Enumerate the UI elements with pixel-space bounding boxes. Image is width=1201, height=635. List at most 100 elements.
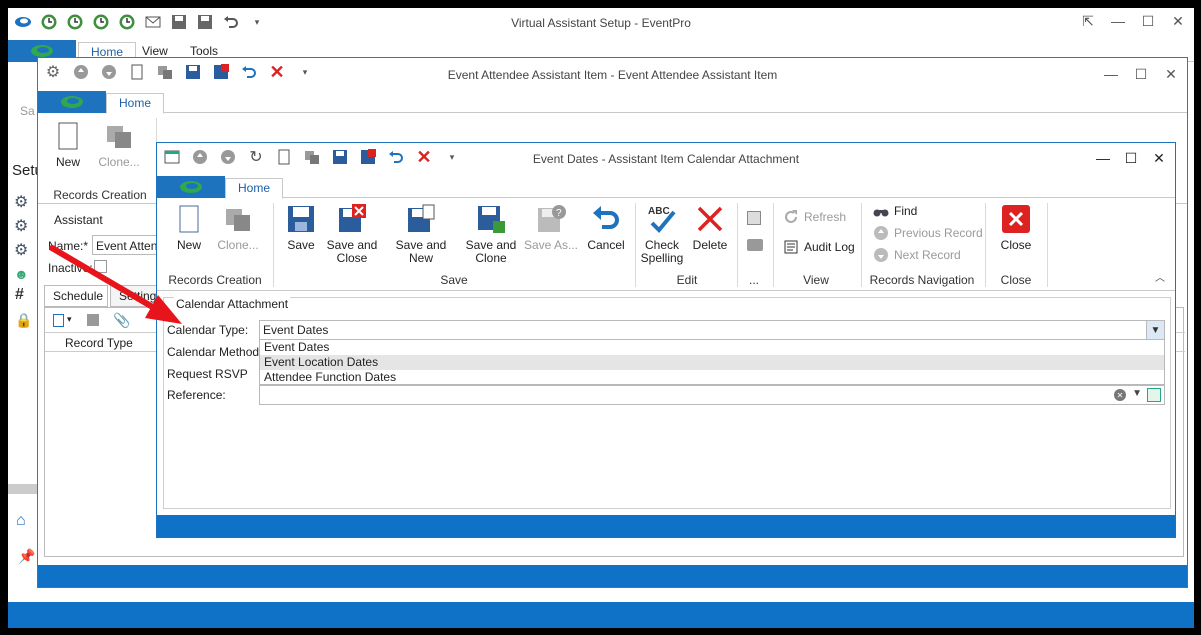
main-save-label[interactable]: Sa <box>20 104 35 118</box>
save-as-button[interactable]: ? Save As... <box>523 203 579 252</box>
find-button[interactable]: Find <box>873 203 917 219</box>
gear-icon[interactable]: ⚙ <box>14 192 28 212</box>
ribbon-separator <box>1047 203 1048 287</box>
save-icon <box>288 206 314 232</box>
ribbon-separator <box>773 203 774 287</box>
dropdown-option[interactable]: Event Dates <box>260 340 1164 355</box>
ribbon-separator <box>635 203 636 287</box>
dropdown-option[interactable]: Attendee Function Dates <box>260 370 1164 385</box>
tab-home[interactable]: Home <box>106 93 165 114</box>
name-value: Event Attend <box>96 239 165 253</box>
ribbon-separator <box>861 203 862 287</box>
lookup-icon[interactable] <box>1147 388 1161 402</box>
maximize-button[interactable]: ☐ <box>1140 12 1156 30</box>
folder-icon[interactable] <box>747 239 763 251</box>
hash-icon[interactable]: # <box>15 286 24 304</box>
record-type-column-header[interactable]: Record Type <box>65 336 133 350</box>
list-icon[interactable] <box>747 211 761 225</box>
clone-icon <box>107 126 131 148</box>
refresh-button[interactable]: Refresh <box>783 209 846 225</box>
new-button[interactable]: New <box>48 120 88 169</box>
save-label: Save <box>287 238 315 252</box>
cancel-button[interactable]: Cancel <box>583 203 629 252</box>
previous-record-button[interactable]: Previous Record <box>873 225 983 241</box>
file-tab[interactable] <box>38 91 106 113</box>
inactive-checkbox[interactable] <box>94 260 107 273</box>
check-spelling-label-line2: Spelling <box>640 251 684 265</box>
minimize-button[interactable]: — <box>1110 12 1126 30</box>
attachment-icon[interactable]: 📎 <box>113 312 130 329</box>
delete-button[interactable]: Delete <box>687 203 733 252</box>
clear-icon[interactable]: ✕ <box>1114 389 1126 401</box>
middle-window-title: Event Attendee Assistant Item - Event At… <box>447 68 778 82</box>
close-button[interactable]: ✕ <box>1170 12 1186 30</box>
request-rsvp-label: Request RSVP <box>167 367 248 381</box>
main-window-title: Virtual Assistant Setup - EventPro <box>511 16 691 30</box>
lock-icon[interactable]: 🔒 <box>15 312 32 329</box>
clone-icon[interactable] <box>87 314 99 326</box>
check-spelling-button[interactable]: ABC Check Spelling <box>639 203 685 265</box>
chevron-down-icon[interactable]: ▼ <box>1146 321 1164 339</box>
pin-icon[interactable]: ⇱ <box>1080 12 1096 30</box>
calendar-method-label: Calendar Method: <box>167 345 263 359</box>
tab-home[interactable]: Home <box>225 178 284 199</box>
reference-field[interactable]: ✕ ▼ <box>259 385 1165 405</box>
save-and-clone-icon <box>478 206 505 233</box>
save-and-close-button[interactable]: Save and Close <box>325 203 379 265</box>
view-group-label: View <box>803 273 829 287</box>
delete-label: Delete <box>692 238 728 252</box>
dropdown-option-highlighted[interactable]: Event Location Dates <box>260 355 1164 370</box>
gear-icon[interactable]: ⚙ <box>14 216 28 236</box>
audit-log-button[interactable]: Audit Log <box>783 239 855 255</box>
reference-label: Reference: <box>167 388 226 402</box>
close-label: Close <box>1000 238 1032 252</box>
collapse-ribbon-icon[interactable]: ︿ <box>1155 269 1165 284</box>
ribbon-separator <box>985 203 986 287</box>
new-record-icon[interactable] <box>53 314 64 327</box>
main-titlebar: ▾ Virtual Assistant Setup - EventPro ⇱ —… <box>8 8 1194 38</box>
save-and-close-label-line1: Save and <box>326 238 378 252</box>
more-group-label: ... <box>748 273 759 287</box>
cancel-label: Cancel <box>587 238 625 252</box>
dropdown-icon[interactable]: ▾ <box>67 314 72 325</box>
save-and-close-label-line2: Close <box>336 251 368 265</box>
maximize-button[interactable]: ☐ <box>1123 149 1139 167</box>
clone-button[interactable]: Clone... <box>213 203 263 252</box>
next-record-button[interactable]: Next Record <box>873 247 961 263</box>
dialog-window-title: Event Dates - Assistant Item Calendar At… <box>532 152 800 166</box>
chevron-down-icon[interactable]: ▼ <box>1132 388 1142 399</box>
inactive-label: Inactive: <box>48 261 93 275</box>
section-title: Calendar Attachment <box>174 297 291 311</box>
app-logo-icon <box>61 96 83 108</box>
close-button[interactable]: ✕ <box>1151 149 1167 167</box>
save-and-close-icon <box>339 204 366 232</box>
calendar-type-dropdown: Event Dates Event Location Dates Attende… <box>259 339 1165 385</box>
minimize-button[interactable]: — <box>1103 65 1119 83</box>
maximize-button[interactable]: ☐ <box>1133 65 1149 83</box>
clone-button[interactable]: Clone... <box>94 120 144 169</box>
save-and-new-button[interactable]: Save and New <box>383 203 459 265</box>
calendar-type-label: Calendar Type: <box>167 323 249 337</box>
gear-icon[interactable]: ⚙ <box>14 240 28 260</box>
file-tab[interactable] <box>157 176 225 198</box>
minimize-button[interactable]: — <box>1095 149 1111 167</box>
dialog-ribbon-tabs: Home <box>157 176 1175 199</box>
calendar-type-select[interactable]: Event Dates ▼ <box>259 320 1165 340</box>
save-and-clone-button[interactable]: Save and Clone <box>463 203 519 265</box>
previous-record-label: Previous Record <box>894 226 983 240</box>
main-window-controls: ⇱ — ☐ ✕ <box>1080 12 1186 30</box>
user-icon[interactable]: ☻ <box>14 266 29 282</box>
tab-schedule[interactable]: Schedule <box>44 285 108 307</box>
dialog-titlebar: ↻ ✕ ▾ Event Dates - Assistant Item Calen… <box>157 143 1175 173</box>
clone-label: Clone... <box>98 155 140 169</box>
name-label: Name:* <box>48 239 89 253</box>
pin-icon[interactable]: 📌 <box>18 548 35 565</box>
new-button[interactable]: New <box>169 203 209 252</box>
home-icon[interactable]: ⌂ <box>16 512 26 530</box>
save-button[interactable]: Save <box>281 203 321 252</box>
new-icon <box>58 122 78 150</box>
middle-window-controls: — ☐ ✕ <box>1103 65 1179 83</box>
binoculars-icon <box>873 209 889 217</box>
close-button[interactable]: ✕ <box>1163 65 1179 83</box>
close-window-button[interactable]: Close <box>993 203 1039 252</box>
